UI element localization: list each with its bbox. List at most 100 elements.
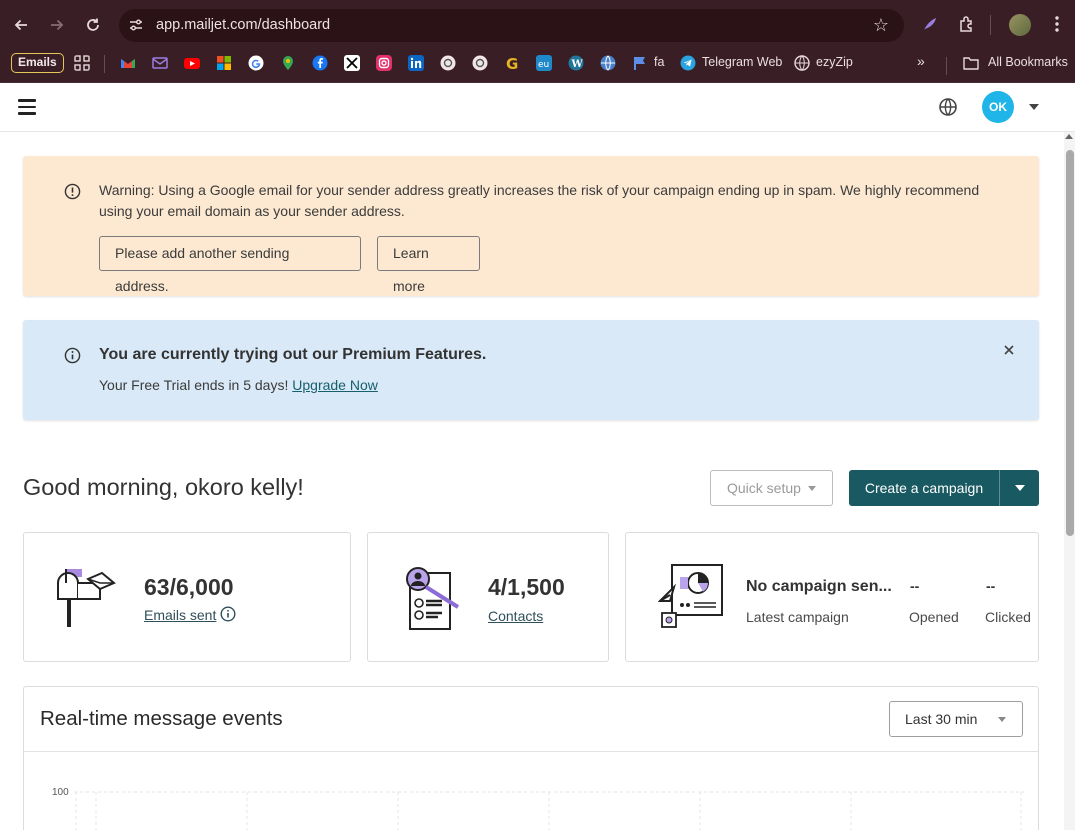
extensions-puzzle-icon[interactable] [955, 12, 979, 36]
eu-site-icon[interactable]: eu [536, 55, 552, 71]
quick-setup-label: Quick setup [727, 480, 801, 496]
info-circle-icon [64, 347, 81, 364]
create-campaign-options-button[interactable] [999, 470, 1039, 506]
extension-feather-icon[interactable] [918, 12, 942, 36]
upgrade-now-link[interactable]: Upgrade Now [292, 377, 378, 393]
scrollbar-thumb[interactable] [1066, 150, 1074, 536]
emails-sent-link[interactable]: Emails sent [144, 607, 216, 623]
clicked-value: -- [986, 578, 996, 594]
campaign-analytics-illustration-icon [658, 564, 723, 628]
quick-setup-dropdown[interactable]: Quick setup [710, 470, 833, 506]
browser-menu-icon[interactable] [1045, 12, 1069, 36]
youtube-icon[interactable] [184, 55, 200, 71]
x-twitter-icon[interactable] [344, 55, 360, 71]
reload-icon [87, 18, 99, 31]
account-dropdown-caret-icon[interactable] [1029, 104, 1039, 110]
premium-trial-banner: You are currently trying out our Premium… [23, 320, 1039, 420]
trial-subtitle: Your Free Trial ends in 5 days! Upgrade … [99, 377, 378, 393]
language-globe-icon[interactable] [938, 97, 958, 117]
clicked-label: Clicked [985, 609, 1031, 625]
flag-icon[interactable] [632, 55, 648, 71]
realtime-events-panel: Real-time message events Last 30 min 100 [23, 686, 1039, 830]
contacts-search-illustration-icon [406, 567, 460, 630]
back-button[interactable] [8, 12, 34, 38]
hamburger-menu-icon[interactable] [18, 99, 36, 115]
bookmark-separator-right [946, 57, 947, 75]
more-bookmarks-chevron-icon[interactable]: » [917, 53, 925, 69]
opened-value: -- [910, 578, 920, 594]
time-range-value: Last 30 min [905, 711, 978, 727]
wordpress-icon[interactable]: W [568, 55, 584, 71]
address-bar[interactable]: app.mailjet.com/dashboard ☆ [119, 9, 904, 42]
trial-ends-text: Your Free Trial ends in 5 days! [99, 377, 289, 393]
gmail-icon[interactable] [120, 55, 136, 71]
chart-y-max-label: 100 [52, 787, 69, 798]
user-avatar[interactable]: OK [982, 91, 1014, 123]
mailbox-illustration-icon [57, 569, 116, 627]
browser-toolbar: app.mailjet.com/dashboard ☆ [0, 0, 1075, 50]
browser-profile-avatar[interactable] [1009, 14, 1031, 36]
web-globe-icon[interactable] [600, 55, 616, 71]
contacts-value: 4/1,500 [488, 574, 565, 600]
warning-text: Warning: Using a Google email for your s… [99, 182, 980, 219]
emails-sent-card: 63/6,000 Emails sent [23, 532, 351, 662]
bookmarks-bar: Emails G eu W fa Telegram Web ezyZip » A… [0, 50, 1075, 83]
latest-campaign-card: No campaign sen... Latest campaign -- Op… [625, 532, 1039, 662]
warning-exclamation-icon [64, 183, 81, 200]
contacts-link[interactable]: Contacts [488, 608, 543, 624]
svg-text:eu: eu [538, 60, 549, 70]
chatgpt-icon[interactable] [440, 55, 456, 71]
emails-sent-value: 63/6,000 [144, 574, 234, 600]
ai-assistant-icon[interactable] [472, 55, 488, 71]
scroll-up-arrow-icon[interactable] [1065, 134, 1073, 139]
latest-campaign-name: No campaign sen... [746, 578, 892, 595]
linkedin-icon[interactable] [408, 55, 424, 71]
sender-warning-banner: Warning: Using a Google email for your s… [23, 156, 1039, 296]
bookmark-ezyzip[interactable]: ezyZip [816, 55, 853, 69]
contacts-card: 4/1,500 Contacts [367, 532, 609, 662]
back-arrow-icon [14, 19, 27, 31]
mail-icon[interactable] [152, 55, 168, 71]
close-icon[interactable] [1003, 344, 1015, 356]
site-info-icon[interactable] [128, 17, 144, 33]
svg-text:W: W [571, 59, 584, 70]
forward-button[interactable] [44, 12, 70, 38]
panel-divider [24, 751, 1038, 752]
svg-text:G: G [506, 55, 518, 71]
learn-more-button[interactable]: Learn more [377, 236, 480, 294]
maps-pin-icon[interactable] [280, 55, 296, 71]
app-header: OK [0, 83, 1075, 132]
chevron-down-icon [808, 486, 816, 491]
toolbar-divider [990, 15, 991, 35]
bookmark-fa[interactable]: fa [654, 55, 664, 69]
chevron-down-icon [1015, 485, 1025, 491]
latest-campaign-label: Latest campaign [746, 609, 849, 625]
trial-title: You are currently trying out our Premium… [99, 346, 487, 363]
greeting-heading: Good morning, okoro kelly! [23, 474, 304, 500]
g-letter-icon[interactable]: G [504, 55, 520, 71]
bookmark-emails[interactable]: Emails [11, 53, 64, 73]
all-bookmarks[interactable]: All Bookmarks [988, 55, 1068, 69]
info-circle-icon[interactable] [220, 606, 236, 622]
forward-arrow-icon [51, 19, 64, 31]
bookmark-separator [104, 55, 105, 73]
add-sending-address-button[interactable]: Please add another sending address. [99, 236, 361, 294]
reload-button[interactable] [80, 12, 106, 38]
opened-label: Opened [909, 609, 959, 625]
chevron-down-icon [998, 717, 1006, 722]
url-text: app.mailjet.com/dashboard [156, 17, 331, 33]
realtime-chart-grid [74, 791, 1024, 830]
bookmark-star-icon[interactable]: ☆ [873, 15, 889, 36]
telegram-icon[interactable] [680, 55, 696, 71]
microsoft-icon[interactable] [216, 55, 232, 71]
realtime-title: Real-time message events [40, 707, 283, 730]
bookmark-telegram[interactable]: Telegram Web [702, 55, 782, 69]
facebook-icon[interactable] [312, 55, 328, 71]
create-campaign-button[interactable]: Create a campaign [849, 470, 999, 506]
folder-icon[interactable] [963, 55, 979, 71]
google-icon[interactable] [248, 55, 264, 71]
ezyzip-globe-icon[interactable] [794, 55, 810, 71]
instagram-icon[interactable] [376, 55, 392, 71]
time-range-select[interactable]: Last 30 min [889, 701, 1023, 737]
apps-grid-icon[interactable] [74, 55, 90, 71]
